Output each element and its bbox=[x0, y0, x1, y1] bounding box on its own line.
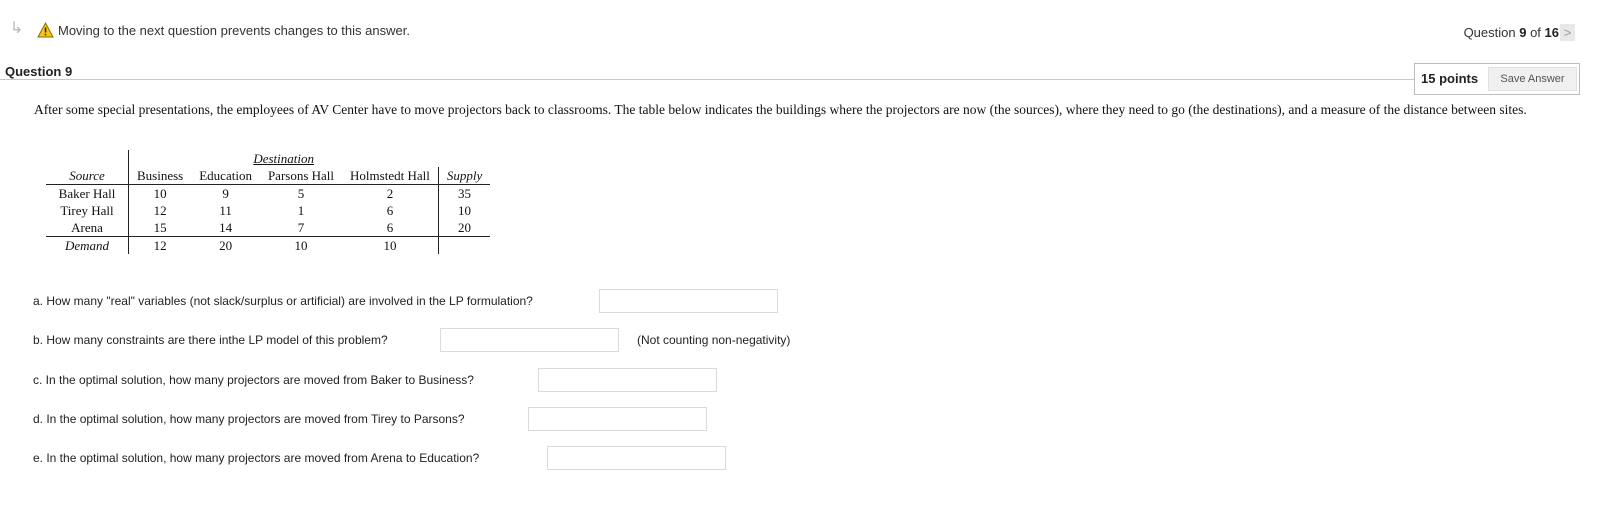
table-cell: 6 bbox=[386, 220, 394, 235]
warning-message: Moving to the next question prevents cha… bbox=[58, 23, 410, 38]
answer-input-b[interactable] bbox=[440, 328, 619, 352]
answer-input-d[interactable] bbox=[528, 407, 707, 431]
table-cell: 9 bbox=[222, 186, 229, 201]
distance-table: Destination Source Business Education Pa… bbox=[46, 150, 491, 254]
table-cell: 2 bbox=[386, 186, 394, 201]
table-cell: 6 bbox=[386, 203, 394, 218]
table-row: Tirey Hall 12 11 1 6 10 bbox=[46, 202, 491, 219]
table-row: Arena 15 14 7 6 20 bbox=[46, 219, 491, 237]
demand-cell: 10 bbox=[259, 236, 343, 254]
question-part-d: d. In the optimal solution, how many pro… bbox=[33, 412, 465, 426]
return-arrow-icon: ↳ bbox=[10, 20, 24, 37]
table-row: Baker Hall 10 9 5 2 35 bbox=[46, 184, 491, 202]
table-cell: 7 bbox=[297, 220, 305, 235]
supply-cell: 35 bbox=[437, 184, 491, 202]
question-title: Question 9 bbox=[5, 64, 73, 79]
table-cell: 15 bbox=[153, 220, 167, 235]
question-part-a: a. How many "real" variables (not slack/… bbox=[33, 294, 533, 308]
question-counter: Question 9 of 16 bbox=[1463, 25, 1559, 40]
question-part-e: e. In the optimal solution, how many pro… bbox=[33, 451, 480, 465]
demand-row: Demand 12 20 10 10 bbox=[46, 236, 491, 254]
supply-cell: 10 bbox=[437, 202, 491, 219]
constraint-note: (Not counting non-negativity) bbox=[637, 333, 791, 347]
question-part-c: c. In the optimal solution, how many pro… bbox=[33, 373, 474, 387]
column-header: Education bbox=[191, 167, 260, 185]
destination-label: Destination bbox=[253, 151, 314, 166]
row-label: Arena bbox=[46, 219, 129, 237]
demand-cell: 10 bbox=[342, 236, 439, 254]
table-cell: 1 bbox=[297, 203, 305, 218]
question-navigation-bar: ↳ Moving to the next question prevents c… bbox=[0, 0, 1600, 60]
header-divider bbox=[0, 79, 1414, 80]
supply-cell: 20 bbox=[437, 219, 491, 237]
table-cell: 14 bbox=[219, 220, 233, 235]
demand-cell: 12 bbox=[128, 236, 192, 254]
question-part-b: b. How many constraints are there inthe … bbox=[33, 333, 388, 347]
table-cell: 12 bbox=[153, 203, 167, 218]
save-answer-button[interactable]: Save Answer bbox=[1488, 67, 1577, 91]
next-question-button[interactable]: > bbox=[1560, 24, 1575, 41]
supply-header: Supply bbox=[437, 167, 491, 185]
column-header: Parsons Hall bbox=[259, 167, 343, 185]
table-cell: 5 bbox=[297, 186, 305, 201]
warning-triangle-icon bbox=[37, 22, 54, 38]
score-box: 15 points Save Answer bbox=[1414, 63, 1580, 95]
table-cell: 10 bbox=[153, 186, 167, 201]
table-row: Destination bbox=[46, 150, 490, 167]
total-questions: 16 bbox=[1544, 25, 1559, 40]
source-header: Source bbox=[46, 167, 129, 185]
column-header: Business bbox=[128, 167, 192, 185]
answer-input-a[interactable] bbox=[599, 289, 778, 313]
points-label: 15 points bbox=[1421, 71, 1479, 86]
row-label: Baker Hall bbox=[46, 184, 129, 202]
demand-label: Demand bbox=[46, 236, 129, 254]
question-text: After some special presentations, the em… bbox=[34, 102, 1527, 117]
question-header: Question 9 bbox=[0, 62, 1600, 82]
answer-input-c[interactable] bbox=[538, 368, 717, 392]
column-header: Holmstedt Hall bbox=[342, 167, 439, 185]
row-label: Tirey Hall bbox=[46, 202, 129, 219]
answer-input-e[interactable] bbox=[547, 446, 726, 470]
table-cell: 11 bbox=[219, 203, 232, 218]
demand-cell: 20 bbox=[191, 236, 260, 254]
table-header-row: Source Business Education Parsons Hall H… bbox=[46, 167, 491, 185]
